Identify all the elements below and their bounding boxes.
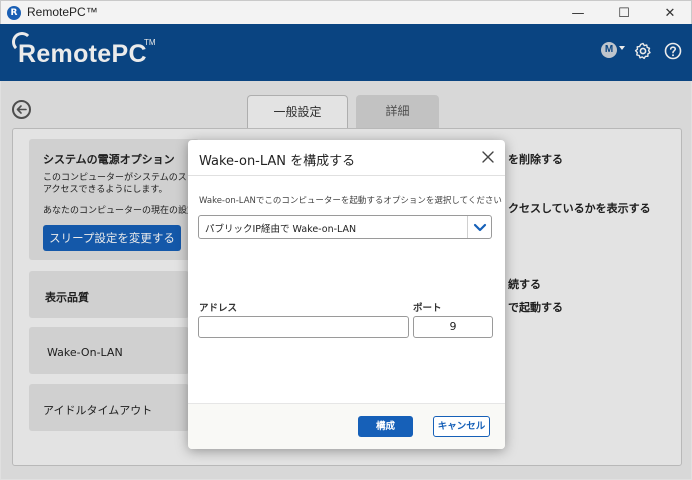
chevron-down-icon[interactable] xyxy=(467,216,491,238)
port-label: ポート xyxy=(413,303,442,314)
address-label: アドレス xyxy=(199,303,238,314)
wol-option-select[interactable]: パブリックIP経由で Wake-on-LAN xyxy=(198,215,492,239)
minimize-button[interactable]: — xyxy=(555,1,601,25)
window-title-bar: R RemotePC™ — ☐ ✕ xyxy=(0,0,692,24)
configure-button[interactable]: 構成 xyxy=(358,416,413,437)
port-input[interactable]: 9 xyxy=(413,316,493,338)
address-input[interactable] xyxy=(198,316,409,338)
dialog-divider xyxy=(188,175,505,176)
dialog-title: Wake-on-LAN を構成する xyxy=(199,154,356,169)
app-icon: R xyxy=(7,6,21,20)
dialog-footer: 構成 キャンセル xyxy=(188,403,505,449)
wake-on-lan-dialog: Wake-on-LAN を構成する Wake-on-LANでこのコンピューターを… xyxy=(188,140,505,449)
close-icon[interactable] xyxy=(480,149,496,165)
cancel-button[interactable]: キャンセル xyxy=(433,416,490,437)
dialog-description: Wake-on-LANでこのコンピューターを起動するオプションを選択してください xyxy=(199,196,502,206)
close-window-button[interactable]: ✕ xyxy=(647,1,692,25)
window-title: RemotePC™ xyxy=(27,5,98,19)
maximize-button[interactable]: ☐ xyxy=(601,1,647,25)
wol-option-selected: パブリックIP経由で Wake-on-LAN xyxy=(205,224,357,235)
